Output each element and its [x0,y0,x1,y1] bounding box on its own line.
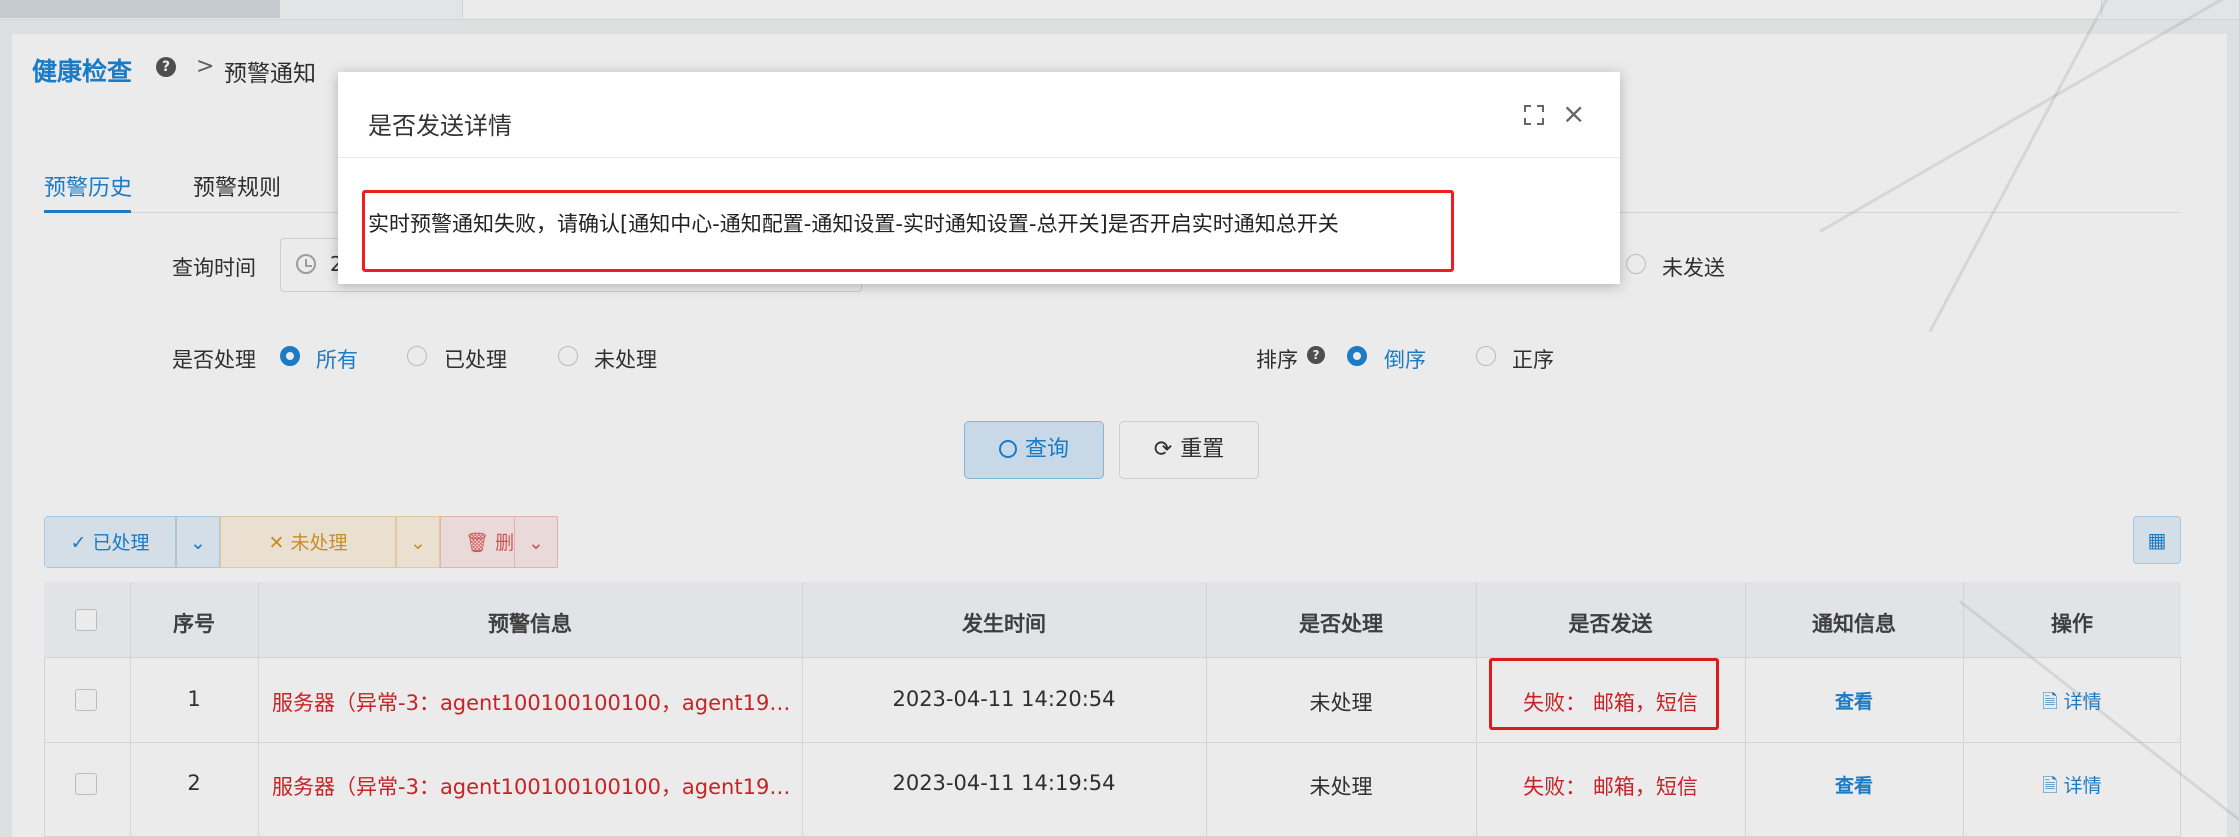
page: 健康检查 ? > 预警通知 预警历史 预警规则 查询时间 2 未发送 是否处理 … [0,0,2239,837]
annotation-highlight-message [362,190,1454,272]
dialog-title: 是否发送详情 [368,112,512,140]
close-icon[interactable]: × [1562,100,1585,128]
send-detail-dialog: 是否发送详情 × 实时预警通知失败，请确认[通知中心-通知配置-通知设置-实时通… [338,72,1620,284]
fullscreen-icon[interactable] [1524,105,1544,125]
dialog-header: 是否发送详情 × [338,72,1620,158]
